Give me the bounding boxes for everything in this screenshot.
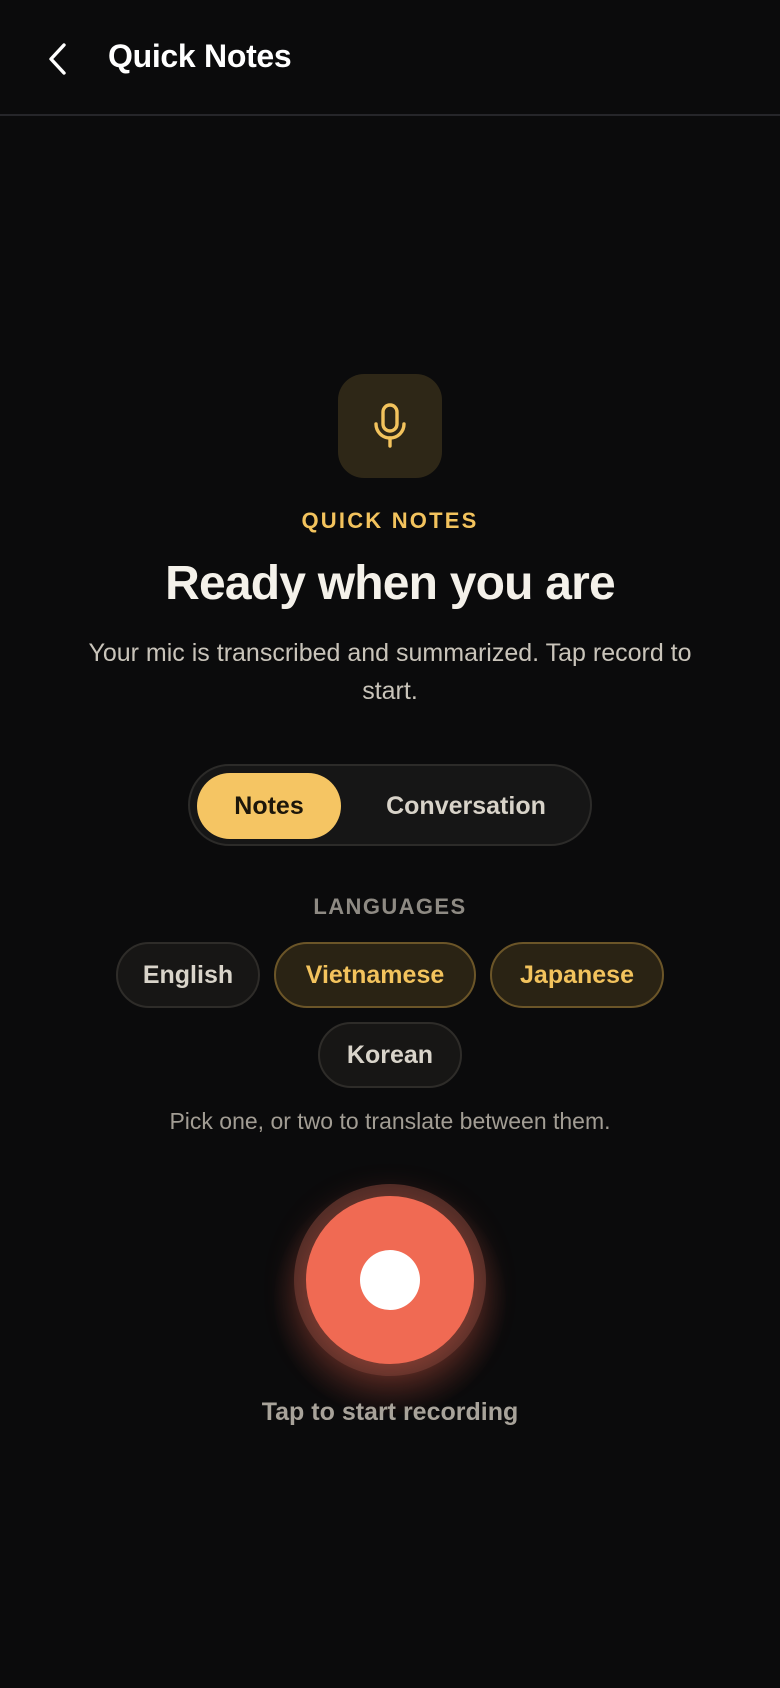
language-chip-vietnamese[interactable]: Vietnamese — [274, 942, 476, 1008]
back-button[interactable] — [34, 34, 82, 84]
microphone-icon — [374, 403, 406, 448]
language-chip-japanese[interactable]: Japanese — [490, 942, 664, 1008]
top-bar: Quick Notes — [0, 0, 780, 116]
quick-notes-screen: Quick Notes QUICK NOTES Ready when you a… — [0, 0, 780, 1688]
record-caption: Tap to start recording — [261, 1398, 519, 1426]
page-title: Quick Notes — [108, 38, 292, 74]
languages-hint: Pick one, or two to translate between th… — [169, 1108, 611, 1134]
headline: Ready when you are — [165, 557, 616, 610]
mic-tile — [338, 374, 442, 478]
eyebrow-label: QUICK NOTES — [301, 508, 479, 533]
chevron-left-icon — [49, 43, 66, 75]
record-button[interactable] — [306, 1196, 474, 1364]
record-dot-icon — [360, 1250, 420, 1310]
language-chip-english[interactable]: English — [116, 942, 260, 1008]
language-chip-korean[interactable]: Korean — [318, 1022, 462, 1088]
subtitle: Your mic is transcribed and summarized. … — [88, 639, 692, 705]
languages-label: LANGUAGES — [313, 894, 467, 919]
mode-conversation-button[interactable]: Conversation — [350, 773, 582, 839]
mode-notes-button[interactable]: Notes — [197, 773, 341, 839]
mode-toggle: Notes Conversation — [188, 764, 592, 846]
